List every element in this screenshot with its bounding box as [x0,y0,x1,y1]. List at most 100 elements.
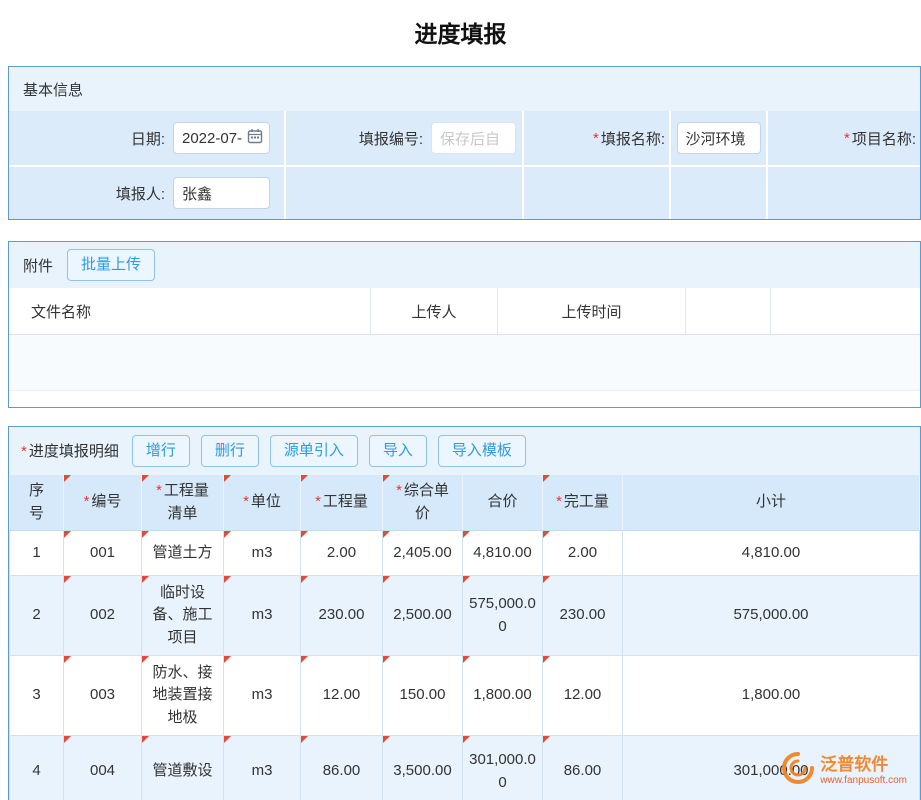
empty-cell [768,167,920,219]
report-no-field-cell: 填报编号: 保存后自 [286,111,524,165]
column-item: *工程量清单 [142,475,224,531]
corner-mark [383,656,390,663]
cell-unit-price[interactable]: 2,405.00 [383,531,463,576]
corner-mark [224,736,231,743]
import-button[interactable]: 导入 [369,435,427,467]
cell-unit[interactable]: m3 [224,576,301,656]
empty-cell [524,167,671,219]
add-row-button[interactable]: 增行 [132,435,190,467]
corner-mark [543,736,550,743]
column-uploader: 上传人 [371,288,498,334]
cell-unit-price[interactable]: 150.00 [383,656,463,736]
report-name-label: 填报名称: [601,128,665,149]
cell-quantity[interactable]: 12.00 [301,656,383,736]
report-name-input[interactable]: 沙河环境 [677,122,761,154]
required-mark: * [593,130,599,147]
date-value: 2022-07- [182,130,242,147]
details-panel: *进度填报明细 增行 删行 源单引入 导入 导入模板 序号 *编号 *工程量清单… [8,426,921,800]
cell-seq: 2 [10,576,64,656]
corner-mark [301,576,308,583]
cell-item[interactable]: 防水、接地装置接地极 [142,656,224,736]
corner-mark [383,475,390,482]
cell-subtotal: 4,810.00 [623,531,920,576]
cell-code[interactable]: 003 [64,656,142,736]
column-file-name: 文件名称 [9,288,371,334]
cell-code[interactable]: 004 [64,736,142,800]
column-seq: 序号 [10,475,64,531]
filler-label: 填报人: [9,183,165,204]
cell-completed[interactable]: 12.00 [543,656,623,736]
corner-mark [64,576,71,583]
column-total-price: 合价 [463,475,543,531]
column-empty [686,288,771,334]
corner-mark [64,531,71,538]
cell-total-price: 301,000.00 [463,736,543,800]
cell-total-price: 4,810.00 [463,531,543,576]
cell-completed[interactable]: 86.00 [543,736,623,800]
cell-unit[interactable]: m3 [224,656,301,736]
empty-cell [671,167,768,219]
cell-completed[interactable]: 230.00 [543,576,623,656]
cell-total-price: 1,800.00 [463,656,543,736]
corner-mark [543,531,550,538]
basic-info-row-1: 日期: 2022-07- 填报编号: 保存后自 * 填报名称: 沙河环境 * [9,111,920,165]
table-row: 3 003 防水、接地装置接地极 m3 12.00 150.00 1,800.0… [10,656,920,736]
column-upload-time: 上传时间 [498,288,686,334]
date-label: 日期: [9,128,165,149]
source-import-button[interactable]: 源单引入 [270,435,358,467]
corner-mark [463,531,470,538]
cell-code[interactable]: 002 [64,576,142,656]
corner-mark [224,656,231,663]
cell-seq: 4 [10,736,64,800]
cell-unit[interactable]: m3 [224,736,301,800]
cell-quantity[interactable]: 86.00 [301,736,383,800]
details-table-header-row: 序号 *编号 *工程量清单 *单位 *工程量 *综合单价 合价 *完工量 小计 [10,475,920,531]
cell-item[interactable]: 管道土方 [142,531,224,576]
cell-quantity[interactable]: 2.00 [301,531,383,576]
cell-completed[interactable]: 2.00 [543,531,623,576]
attachments-footer [9,391,920,407]
corner-mark [463,576,470,583]
cell-unit-price[interactable]: 3,500.00 [383,736,463,800]
calendar-icon [247,128,263,148]
required-mark: * [21,443,27,460]
corner-mark [142,531,149,538]
empty-cell [286,167,524,219]
corner-mark [383,576,390,583]
corner-mark [301,656,308,663]
corner-mark [463,656,470,663]
corner-mark [224,531,231,538]
cell-subtotal: 1,800.00 [623,656,920,736]
corner-mark [543,576,550,583]
date-input[interactable]: 2022-07- [173,122,270,154]
filler-value: 张鑫 [182,183,212,204]
report-name-input-cell: 沙河环境 [671,111,768,165]
cell-unit-price[interactable]: 2,500.00 [383,576,463,656]
attachments-header-bar: 附件 批量上传 [9,242,920,288]
cell-subtotal: 301,000.00 [623,736,920,800]
corner-mark [463,736,470,743]
page-title: 进度填报 [0,0,921,66]
corner-mark [64,736,71,743]
delete-row-button[interactable]: 删行 [201,435,259,467]
column-completed: *完工量 [543,475,623,531]
basic-info-header-bar: 基本信息 [9,67,920,111]
attachments-panel: 附件 批量上传 文件名称 上传人 上传时间 [8,241,921,408]
report-no-placeholder: 保存后自 [440,128,500,149]
corner-mark [64,475,71,482]
column-quantity: *工程量 [301,475,383,531]
details-table: 序号 *编号 *工程量清单 *单位 *工程量 *综合单价 合价 *完工量 小计 … [9,474,920,800]
column-code: *编号 [64,475,142,531]
cell-item[interactable]: 管道敷设 [142,736,224,800]
batch-upload-button[interactable]: 批量上传 [67,249,155,281]
cell-item[interactable]: 临时设备、施工项目 [142,576,224,656]
cell-quantity[interactable]: 230.00 [301,576,383,656]
import-template-button[interactable]: 导入模板 [438,435,526,467]
cell-unit[interactable]: m3 [224,531,301,576]
corner-mark [142,475,149,482]
cell-code[interactable]: 001 [64,531,142,576]
corner-mark [383,531,390,538]
column-empty [771,288,920,334]
filler-input[interactable]: 张鑫 [173,177,270,209]
column-subtotal: 小计 [623,475,920,531]
